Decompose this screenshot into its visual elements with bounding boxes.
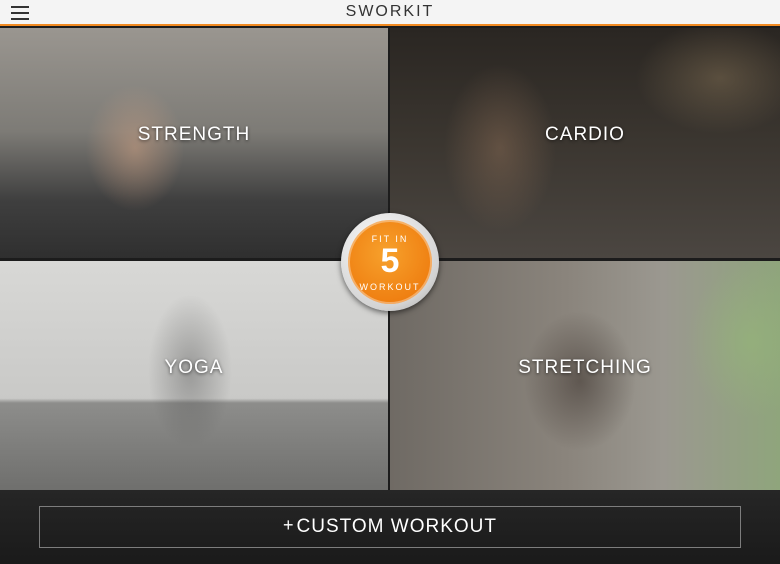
strength-tile[interactable]: STRENGTH: [0, 28, 388, 258]
plus-icon: +: [283, 514, 294, 535]
yoga-tile[interactable]: YOGA: [0, 261, 388, 490]
cardio-tile[interactable]: CARDIO: [390, 28, 780, 258]
stretching-label: STRETCHING: [518, 357, 652, 378]
strength-label: STRENGTH: [137, 124, 251, 145]
fit-in-5-badge: FIT IN 5 WORKOUT: [348, 220, 432, 304]
top-bar: SWORKIT: [0, 0, 780, 26]
cardio-label: CARDIO: [545, 124, 625, 145]
bottom-bar: + CUSTOM WORKOUT: [0, 490, 780, 564]
stretching-tile[interactable]: STRETCHING: [390, 261, 780, 490]
app-logo: SWORKIT: [345, 3, 435, 20]
yoga-label: YOGA: [164, 357, 224, 378]
workout-label: WORKOUT: [359, 282, 421, 292]
custom-workout-label: CUSTOM WORKOUT: [296, 516, 497, 537]
custom-workout-button[interactable]: + CUSTOM WORKOUT: [39, 506, 741, 548]
fit-in-5-workout-button[interactable]: FIT IN 5 WORKOUT: [341, 213, 439, 311]
fit-in-number: 5: [380, 242, 400, 280]
